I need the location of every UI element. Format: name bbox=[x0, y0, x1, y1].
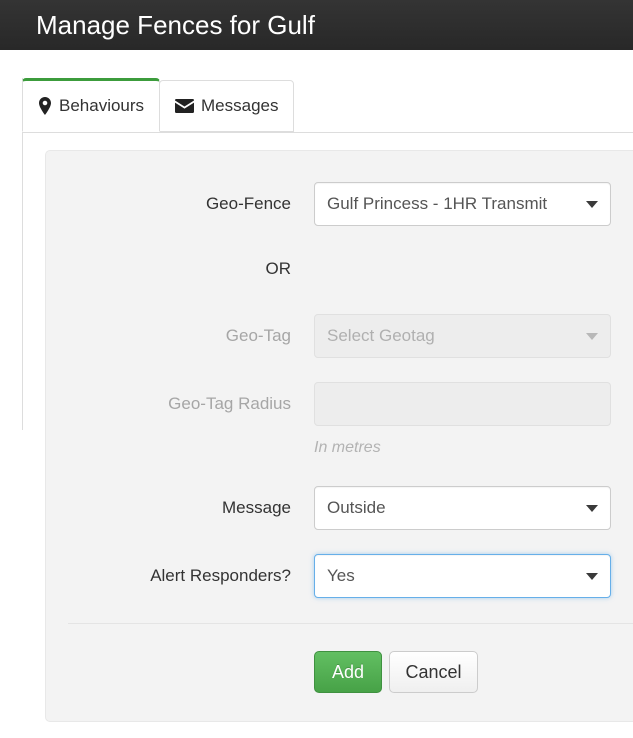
geo-tag-select[interactable]: Select Geotag bbox=[314, 314, 611, 358]
geo-fence-select[interactable]: Gulf Princess - 1HR Transmit bbox=[314, 182, 611, 226]
message-select[interactable]: Outside bbox=[314, 486, 611, 530]
control-wrap-geo-fence: Gulf Princess - 1HR Transmit bbox=[314, 182, 611, 226]
geo-tag-radius-input[interactable] bbox=[314, 382, 611, 426]
map-pin-icon bbox=[38, 97, 52, 115]
geo-tag-radius-help-text: In metres bbox=[314, 439, 381, 456]
control-wrap-geo-tag-radius bbox=[314, 382, 611, 426]
chevron-down-icon bbox=[586, 505, 598, 512]
alert-responders-select[interactable]: Yes bbox=[314, 554, 611, 598]
page-body: Behaviours Messages Geo-Fence Gulf Princ… bbox=[0, 50, 633, 738]
control-wrap-message: Outside bbox=[314, 486, 611, 530]
add-button[interactable]: Add bbox=[314, 651, 382, 693]
form-row-message: Message Outside bbox=[46, 486, 633, 530]
geo-fence-select-value: Gulf Princess - 1HR Transmit bbox=[327, 194, 548, 213]
tab-behaviours-label: Behaviours bbox=[59, 96, 145, 115]
control-wrap-geo-tag: Select Geotag bbox=[314, 314, 611, 358]
tab-messages[interactable]: Messages bbox=[159, 80, 295, 132]
chevron-down-icon bbox=[586, 333, 598, 340]
label-message: Message bbox=[222, 498, 291, 517]
tab-messages-label: Messages bbox=[201, 96, 279, 115]
chevron-down-icon bbox=[586, 573, 598, 580]
label-geo-tag: Geo-Tag bbox=[225, 326, 291, 345]
form-actions: Add Cancel bbox=[46, 651, 633, 693]
behaviour-form-panel: Geo-Fence Gulf Princess - 1HR Transmit O… bbox=[45, 150, 633, 722]
or-separator-label: OR bbox=[265, 259, 292, 278]
tab-bar: Behaviours Messages bbox=[22, 78, 633, 133]
form-row-geo-tag-radius: Geo-Tag Radius bbox=[46, 382, 633, 426]
label-alert-responders: Alert Responders? bbox=[150, 566, 291, 585]
chevron-down-icon bbox=[586, 201, 598, 208]
app-header: Manage Fences for Gulf bbox=[0, 0, 633, 50]
cancel-button[interactable]: Cancel bbox=[389, 651, 478, 693]
page-title: Manage Fences for Gulf bbox=[36, 10, 315, 40]
message-select-value: Outside bbox=[327, 498, 386, 517]
envelope-icon bbox=[175, 99, 194, 113]
label-geo-fence: Geo-Fence bbox=[205, 194, 291, 213]
label-geo-tag-radius: Geo-Tag Radius bbox=[168, 394, 291, 413]
form-row-geo-fence: Geo-Fence Gulf Princess - 1HR Transmit bbox=[46, 182, 633, 226]
geo-tag-select-value: Select Geotag bbox=[327, 326, 435, 345]
form-divider bbox=[68, 623, 633, 624]
tab-behaviours[interactable]: Behaviours bbox=[22, 78, 161, 132]
form-row-or: OR bbox=[46, 254, 633, 284]
control-wrap-alert-responders: Yes bbox=[314, 554, 611, 598]
alert-responders-select-value: Yes bbox=[327, 566, 355, 585]
form-row-geo-tag: Geo-Tag Select Geotag bbox=[46, 314, 633, 358]
form-row-alert-responders: Alert Responders? Yes bbox=[46, 554, 633, 598]
